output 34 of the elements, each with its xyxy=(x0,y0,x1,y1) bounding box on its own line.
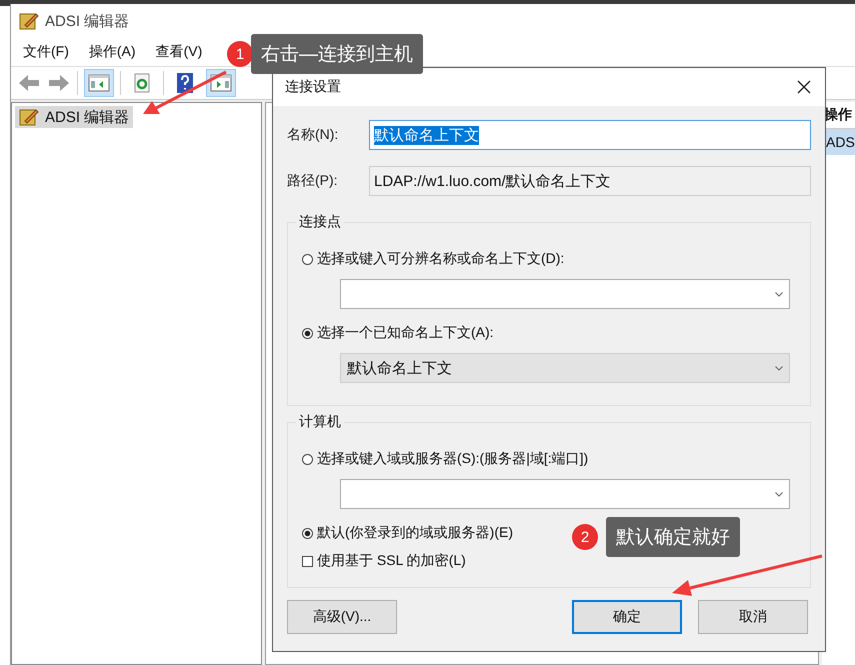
name-field[interactable]: 默认命名上下文 xyxy=(369,120,811,150)
annotation-tooltip: 默认确定就好 xyxy=(606,517,740,557)
close-icon[interactable] xyxy=(797,80,811,94)
option-label: 选择或键入域或服务器(S):(服务器|域[:端口]) xyxy=(317,450,588,468)
radio-button[interactable] xyxy=(302,528,313,538)
tree-item[interactable]: ADSI 编辑器 xyxy=(15,106,134,128)
dialog-button[interactable]: 取消 xyxy=(698,600,808,634)
radio-button[interactable] xyxy=(302,254,313,264)
field-label: 路径(P): xyxy=(287,172,339,190)
notepad-pencil-icon xyxy=(19,11,39,31)
option-label: 选择或键入可分辨名称或命名上下文(D): xyxy=(317,250,564,268)
radio-button[interactable] xyxy=(302,454,313,464)
chevron-down-icon xyxy=(775,492,783,496)
pane-toggle-icon[interactable] xyxy=(84,69,114,97)
dialog-button[interactable]: 高级(V)... xyxy=(287,600,397,634)
window-title: ADSI 编辑器 xyxy=(45,12,130,30)
field-label: 名称(N): xyxy=(287,126,340,144)
checkbox[interactable] xyxy=(302,556,313,566)
radio-button[interactable] xyxy=(302,328,313,338)
dialog-title: 连接设置 xyxy=(285,78,341,96)
group-title: 计算机 xyxy=(296,413,344,431)
dialog-button[interactable]: 确定 xyxy=(572,600,682,634)
option-label: 使用基于 SSL 的加密(L) xyxy=(317,552,466,570)
menu-item[interactable]: 文件(F) xyxy=(23,43,69,61)
option-label: 选择一个已知命名上下文(A): xyxy=(317,324,494,342)
group-title: 连接点 xyxy=(296,213,344,231)
chevron-down-icon xyxy=(775,366,783,370)
notepad-pencil-icon xyxy=(19,107,39,127)
annotation-tooltip: 右击—连接到主机 xyxy=(251,34,423,74)
pane-toggle-icon[interactable] xyxy=(206,69,236,97)
chevron-down-icon xyxy=(775,292,783,296)
option-label: 默认(你登录到的域或服务器)(E) xyxy=(317,524,513,542)
menu-item[interactable]: 查看(V) xyxy=(156,43,202,61)
menu-item[interactable]: 操作(A) xyxy=(88,43,136,61)
